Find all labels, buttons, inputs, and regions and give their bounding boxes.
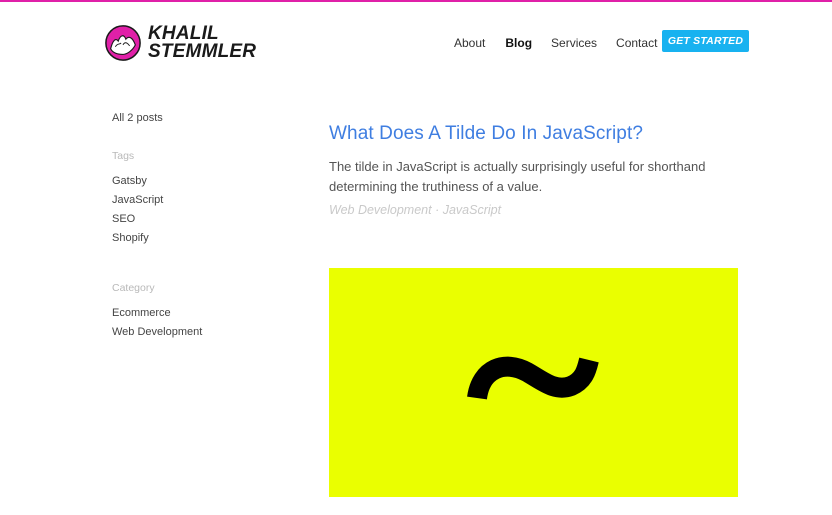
post-excerpt: The tilde in JavaScript is actually surp… [329, 159, 706, 194]
tag-item-seo[interactable]: SEO [112, 210, 292, 229]
category-item-web-development[interactable]: Web Development [112, 323, 292, 342]
main-nav: About Blog Services Contact [454, 36, 657, 50]
tags-heading: Tags [112, 150, 135, 162]
nav-link-contact[interactable]: Contact [616, 36, 657, 50]
post-meta: Web Development · JavaScript [329, 203, 502, 217]
tag-item-gatsby[interactable]: Gatsby [112, 172, 292, 191]
category-item-ecommerce[interactable]: Ecommerce [112, 304, 292, 323]
get-started-button[interactable]: GET STARTED [662, 30, 749, 52]
logo-icon [105, 25, 141, 61]
all-posts-link[interactable]: All 2 posts [112, 112, 292, 124]
nav-link-services[interactable]: Services [551, 36, 597, 50]
logo-line-2: STEMMLER [148, 41, 257, 62]
post-hero-image[interactable] [329, 268, 738, 497]
tilde-icon [467, 356, 599, 401]
site-header: KHALIL STEMMLER About Blog Services Cont… [0, 0, 832, 80]
tag-item-javascript[interactable]: JavaScript [112, 191, 292, 210]
nav-link-about[interactable]: About [454, 36, 485, 50]
nav-link-blog[interactable]: Blog [505, 36, 532, 50]
logo-wordmark: KHALIL STEMMLER [148, 24, 257, 62]
category-heading: Category [112, 282, 155, 294]
post-title-link[interactable]: What Does A Tilde Do In JavaScript? [329, 123, 749, 145]
site-logo[interactable]: KHALIL STEMMLER [104, 24, 256, 62]
tags-list: Gatsby JavaScript SEO Shopify [112, 172, 292, 248]
blog-sidebar: All 2 posts Tags Gatsby JavaScript SEO S… [112, 112, 292, 342]
category-list: Ecommerce Web Development [112, 304, 292, 342]
tag-item-shopify[interactable]: Shopify [112, 229, 292, 248]
blog-post-card: What Does A Tilde Do In JavaScript? The … [329, 123, 749, 217]
